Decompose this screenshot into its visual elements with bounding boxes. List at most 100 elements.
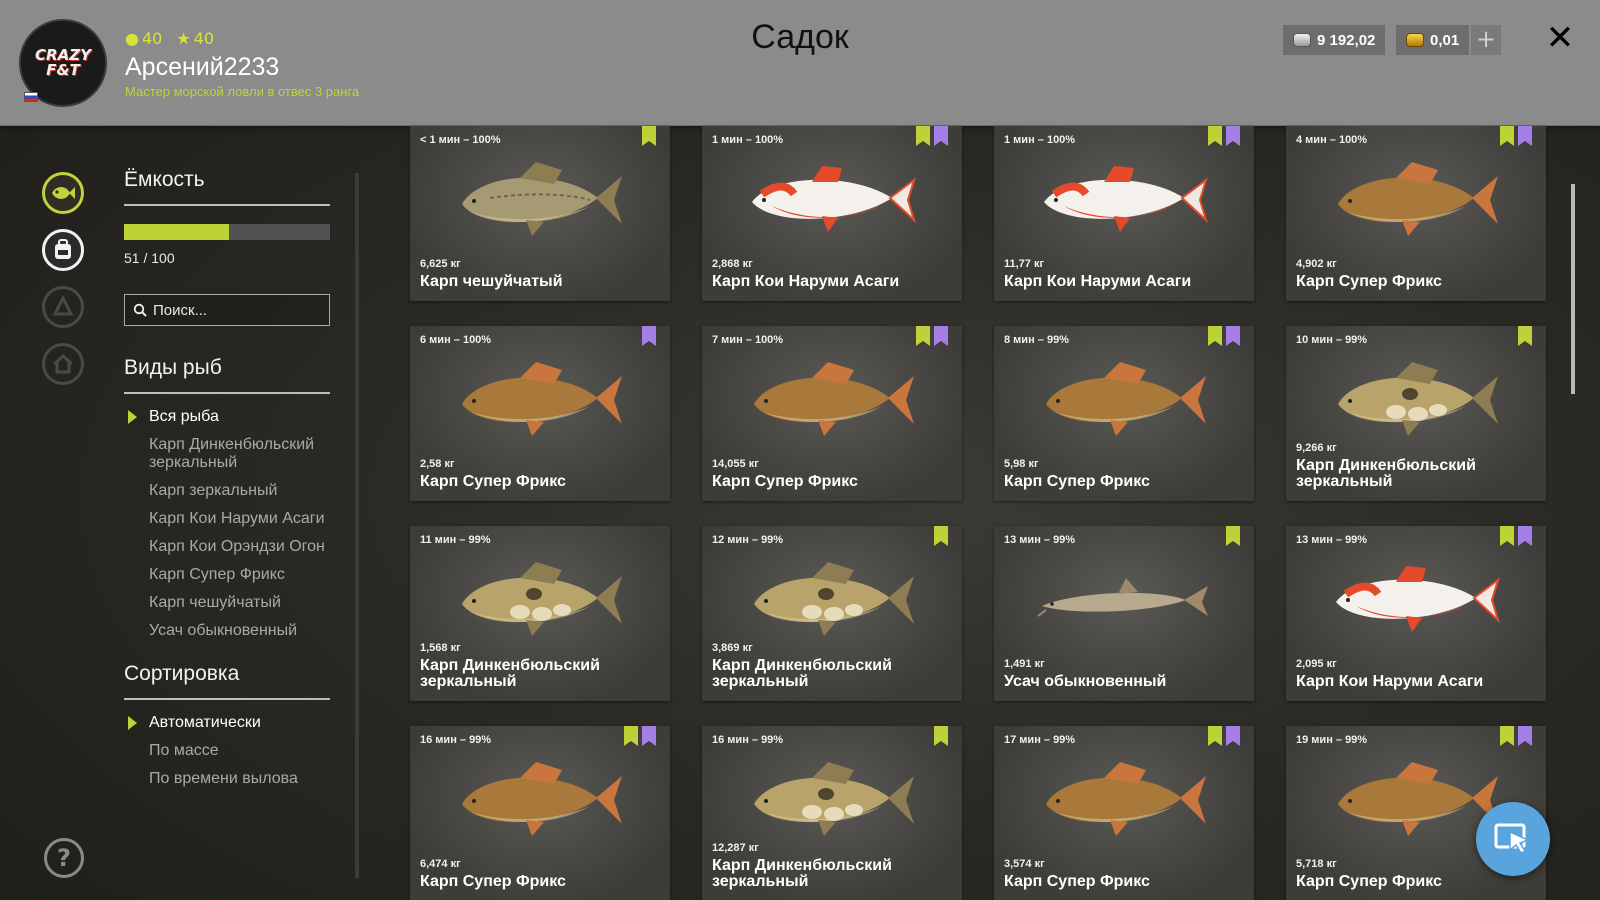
catch-time: 16 мин – 99% <box>420 734 492 746</box>
fish-card[interactable]: 7 мин – 100% 14,055 кг Карп Супер Фрикс <box>702 326 962 501</box>
fish-weight: 14,055 кг <box>712 458 759 470</box>
catch-time: 6 мин – 100% <box>420 334 492 346</box>
divider <box>124 204 330 206</box>
carp-image <box>462 562 622 636</box>
fish-card[interactable]: 11 мин – 99% 1,568 кг Карп Динкенбюльский … <box>410 526 670 701</box>
close-button[interactable]: ✕ <box>1544 21 1576 55</box>
selected-arrow-icon <box>128 410 137 424</box>
catch-time: 13 мин – 99% <box>1296 534 1368 546</box>
catch-time: 4 мин – 100% <box>1296 134 1368 146</box>
carp-image <box>462 362 622 436</box>
boat-nav-button[interactable] <box>42 286 84 328</box>
fish-card[interactable]: 13 мин – 99% 1,491 кг Усач обыкновенный <box>994 526 1254 701</box>
catch-time: 13 мин – 99% <box>1004 534 1076 546</box>
fish-card[interactable]: 10 мин – 99% 9,266 кг Карп Динкенбюльский … <box>1286 326 1546 501</box>
sort-title: Сортировка <box>124 662 240 685</box>
fish-card[interactable]: 16 мин – 99% 12,287 кг Карп Динкенбюльский… <box>702 726 962 900</box>
fish-card[interactable]: 13 мин – 99% 2,095 кг Карп Кои Наруми Асаг… <box>1286 526 1546 701</box>
koi-carp-image <box>1336 566 1501 632</box>
search-box[interactable] <box>124 294 330 326</box>
species-filter-list: Вся рыба Карп Динкенбюльский зеркальный Ка… <box>124 408 330 640</box>
card-badges <box>934 526 948 546</box>
fish-name: Карп Супер Фрикс <box>1004 873 1150 890</box>
species-filter-item[interactable]: Усач обыкновенный <box>124 622 330 640</box>
green-bookmark-icon <box>916 126 930 146</box>
fish-card[interactable]: 1 мин – 100% 2,868 кг Карп Кои Наруми Асаг… <box>702 126 962 301</box>
home-nav-button[interactable] <box>42 343 84 385</box>
species-filter-item[interactable]: Карп Кои Наруми Асаги <box>124 510 330 528</box>
green-bookmark-icon <box>916 326 930 346</box>
species-filter-item[interactable]: Карп чешуйчатый <box>124 594 330 612</box>
fish-name: Карп Супер Фрикс <box>712 473 858 490</box>
capacity-label: 51 / 100 <box>124 250 175 266</box>
cursor-window-icon <box>1494 823 1530 854</box>
backpack-nav-button[interactable] <box>42 229 84 271</box>
green-bookmark-icon <box>1208 126 1222 146</box>
fish-card[interactable]: 6 мин – 100% 2,58 кг Карп Супер Фрикс <box>410 326 670 501</box>
species-filter-item[interactable]: Карп Динкенбюльский зеркальный <box>124 436 330 472</box>
fish-name: Карп Супер Фрикс <box>1296 273 1442 290</box>
sort-option[interactable]: По времени вылова <box>124 770 330 788</box>
silver-amount: 9 192,02 <box>1317 31 1376 49</box>
species-filter-item-label: Карп Динкенбюльский зеркальный <box>149 436 315 471</box>
capacity-title: Ёмкость <box>124 168 205 191</box>
silver-balance: 9 192,02 <box>1283 25 1386 55</box>
help-icon[interactable]: ? <box>44 838 84 878</box>
sidebar-scrollbar[interactable] <box>355 173 359 878</box>
backpack-icon <box>55 239 71 259</box>
species-filter-item[interactable]: Карп Супер Фрикс <box>124 566 330 584</box>
player-rank: Мастер морской ловли в отвес 3 ранга <box>125 84 360 99</box>
carp-image <box>462 162 622 236</box>
sort-option[interactable]: Автоматически <box>124 714 330 732</box>
add-currency-button[interactable]: + <box>1471 25 1501 55</box>
gold-balance: 0,01 <box>1396 25 1470 55</box>
species-filter-item[interactable]: Карп зеркальный <box>124 482 330 500</box>
capacity-bar <box>124 224 330 240</box>
fish-card[interactable]: < 1 мин – 100% 6,625 кг Карп чешуйчатый <box>410 126 670 301</box>
fish-name: Карп Кои Наруми Асаги <box>1004 273 1192 290</box>
species-filter-item[interactable]: Вся рыба <box>124 408 330 426</box>
fish-weight: 3,574 кг <box>1004 858 1045 870</box>
species-filter-item[interactable]: Карп Кои Орэндзи Огон <box>124 538 330 556</box>
top-bar: CRAZY F&T ● 40 ★ 40 Арсений2233 Мастер мор… <box>0 0 1600 126</box>
green-bookmark-icon <box>642 126 656 146</box>
search-icon <box>133 303 147 317</box>
catch-time: 7 мин – 100% <box>712 334 784 346</box>
fish-card[interactable]: 8 мин – 99% 5,98 кг Карп Супер Фрикс <box>994 326 1254 501</box>
catch-time: 12 мин – 99% <box>712 534 784 546</box>
fish-weight: 1,491 кг <box>1004 658 1045 670</box>
fish-card[interactable]: 12 мин – 99% 3,869 кг Карп Динкенбюльский … <box>702 526 962 701</box>
carp-image <box>462 762 622 836</box>
purple-bookmark-icon <box>642 326 656 346</box>
green-bookmark-icon <box>1208 326 1222 346</box>
catch-time: 10 мин – 99% <box>1296 334 1368 346</box>
purple-bookmark-icon <box>1226 726 1240 746</box>
cursor-mode-button[interactable] <box>1476 802 1550 876</box>
fish-weight: 3,869 кг <box>712 642 753 654</box>
purple-bookmark-icon <box>1226 326 1240 346</box>
green-bookmark-icon <box>934 526 948 546</box>
fish-weight: 6,625 кг <box>420 258 461 270</box>
card-badges <box>642 326 656 346</box>
species-filter-item-label: Вся рыба <box>149 408 219 425</box>
keepnet-nav-button[interactable] <box>42 172 84 214</box>
card-badges <box>934 726 948 746</box>
grid-scrollbar[interactable] <box>1571 184 1575 394</box>
fish-weight: 5,98 кг <box>1004 458 1039 470</box>
purple-bookmark-icon <box>1226 126 1240 146</box>
fish-name: Карп Динкенбюльский зеркальный <box>420 657 600 690</box>
fish-card[interactable]: 1 мин – 100% 11,77 кг Карп Кои Наруми Асаг… <box>994 126 1254 301</box>
search-input[interactable] <box>153 301 323 319</box>
card-badges <box>1226 526 1240 546</box>
fish-card[interactable]: 16 мин – 99% 6,474 кг Карп Супер Фрикс <box>410 726 670 900</box>
fish-card[interactable]: 17 мин – 99% 3,574 кг Карп Супер Фрикс <box>994 726 1254 900</box>
carp-image <box>754 562 914 636</box>
sort-option[interactable]: По массе <box>124 742 330 760</box>
fish-card[interactable]: 4 мин – 100% 4,902 кг Карп Супер Фрикс <box>1286 126 1546 301</box>
divider <box>124 392 330 394</box>
purple-bookmark-icon <box>642 726 656 746</box>
green-bookmark-icon <box>1226 526 1240 546</box>
card-badges <box>642 126 656 146</box>
green-bookmark-icon <box>1500 526 1514 546</box>
username: Арсений2233 <box>125 53 280 81</box>
